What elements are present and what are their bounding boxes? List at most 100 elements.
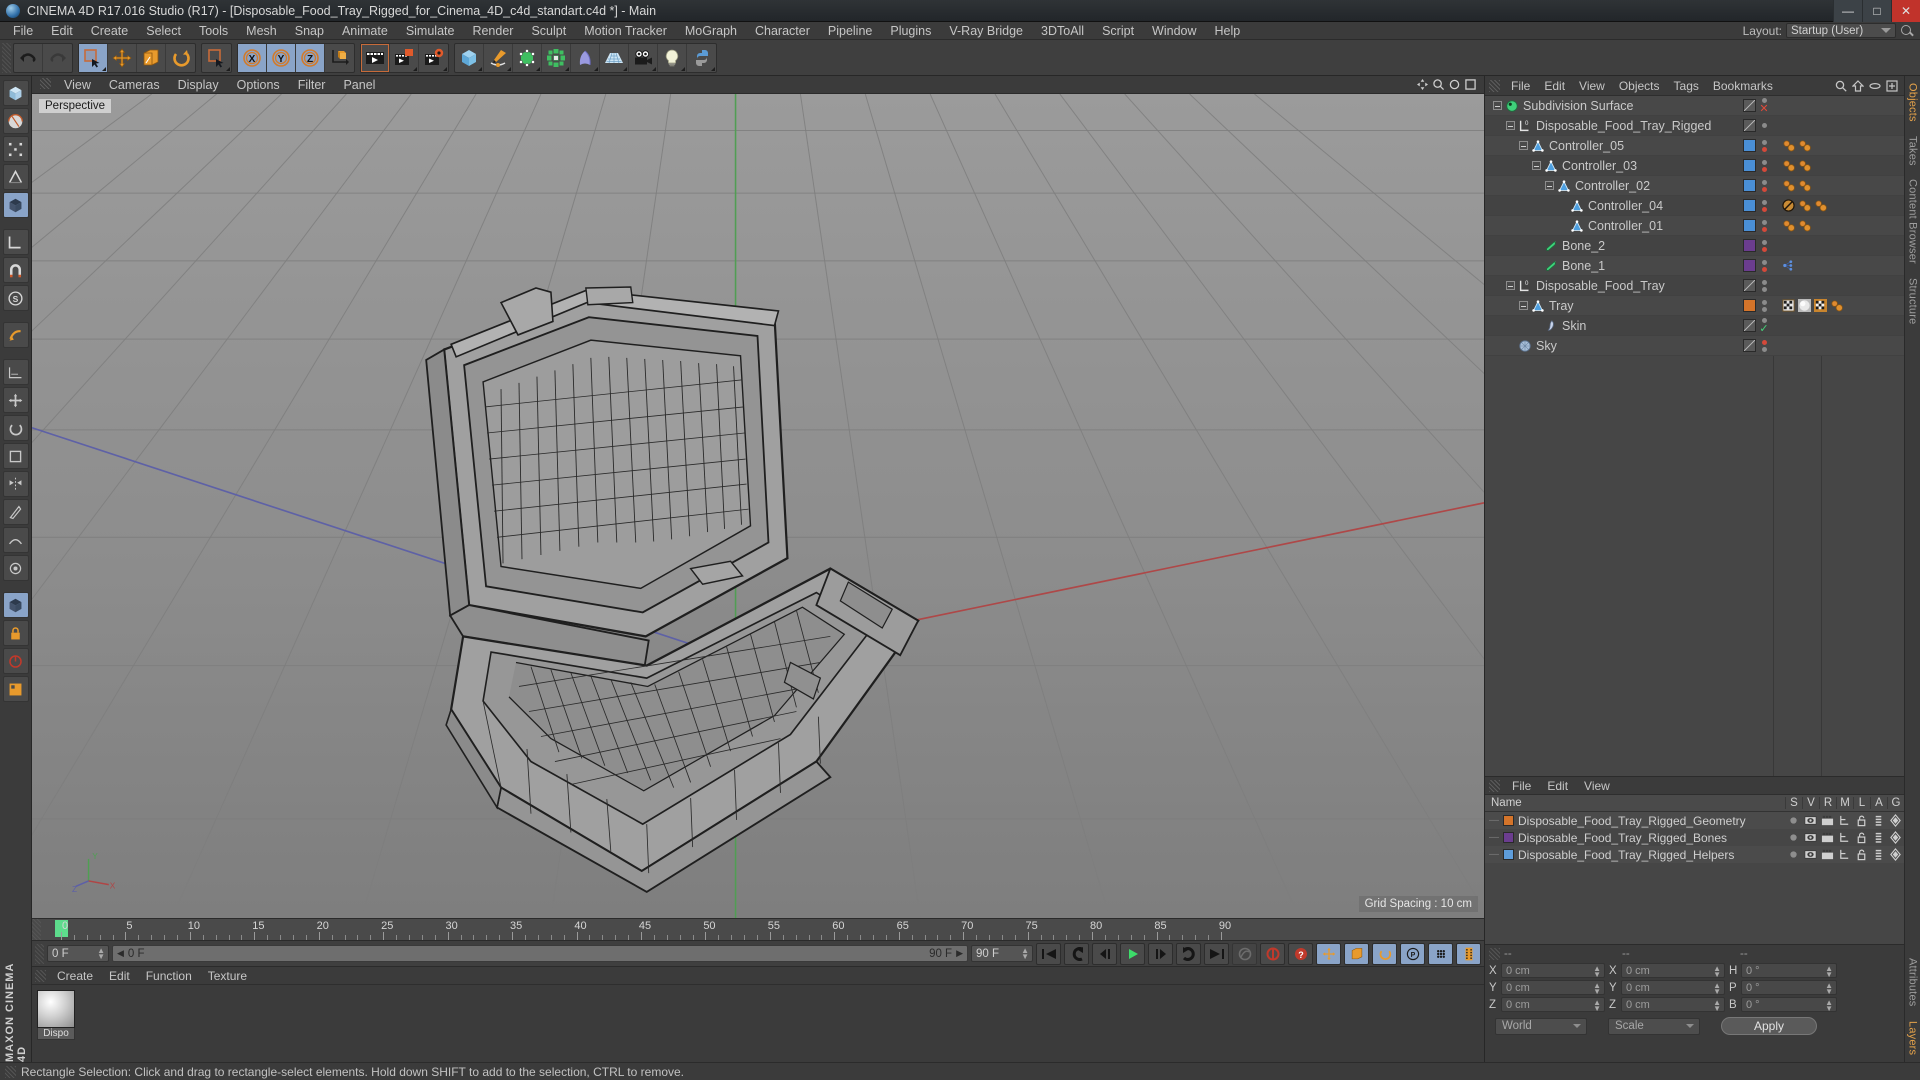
object-display-swatch[interactable] — [1743, 139, 1756, 152]
constraint-tag-icon[interactable] — [1798, 159, 1811, 172]
object-row[interactable]: Controller_03 — [1485, 156, 1904, 176]
spinner-icon[interactable]: ▲ ▼ — [1825, 999, 1833, 1013]
visibility-off-dot[interactable] — [1761, 206, 1767, 212]
object-row[interactable]: Controller_04 — [1485, 196, 1904, 216]
spinner-icon[interactable]: ▲ ▼ — [1713, 965, 1721, 979]
measure-icon[interactable] — [2, 359, 29, 385]
layer-solo-dot-icon[interactable] — [1785, 814, 1802, 827]
object-menu-edit[interactable]: Edit — [1537, 76, 1572, 96]
spinner-icon[interactable]: ▲ ▼ — [1593, 982, 1601, 996]
knife-icon[interactable] — [2, 499, 29, 525]
uv-tag-icon[interactable] — [1814, 299, 1827, 312]
layer-col-a[interactable]: A — [1870, 797, 1887, 809]
object-visibility-dots[interactable]: ✓ — [1756, 318, 1772, 335]
key-help-button[interactable]: ? — [1288, 942, 1313, 965]
selection-mode-icon[interactable] — [202, 44, 231, 72]
layer-col-s[interactable]: S — [1785, 797, 1802, 809]
object-row[interactable]: 0 Disposable_Food_Tray — [1485, 276, 1904, 296]
layer-manager-tree-icon[interactable] — [1836, 831, 1853, 844]
layout-select[interactable]: Startup (User) — [1786, 23, 1896, 38]
layer-lock-open-icon[interactable] — [1853, 848, 1870, 861]
expander-toggle-icon[interactable] — [1545, 181, 1554, 190]
visibility-dot[interactable] — [1761, 259, 1767, 265]
layer-visible-eye-icon[interactable] — [1802, 814, 1819, 827]
record-auto-button[interactable] — [1232, 942, 1257, 965]
menu-window[interactable]: Window — [1143, 22, 1205, 40]
loop-button[interactable] — [1176, 942, 1201, 965]
visibility-dot[interactable] — [1761, 239, 1767, 245]
visibility-off-dot[interactable] — [1761, 339, 1767, 345]
menu-help[interactable]: Help — [1206, 22, 1250, 40]
polygons-mode-icon[interactable] — [2, 192, 29, 218]
menu-plugins[interactable]: Plugins — [881, 22, 940, 40]
protection-tag-icon[interactable] — [1782, 199, 1795, 212]
play-forward-button[interactable] — [1120, 942, 1145, 965]
brush-icon[interactable] — [2, 555, 29, 581]
point-key-button[interactable] — [1428, 942, 1453, 965]
material-list[interactable]: Dispo — [32, 985, 1484, 1062]
lock-icon[interactable] — [2, 620, 29, 646]
render-view-icon[interactable] — [361, 43, 390, 72]
menu-tools[interactable]: Tools — [190, 22, 237, 40]
object-display-swatch[interactable] — [1743, 159, 1756, 172]
object-menu-bookmarks[interactable]: Bookmarks — [1706, 76, 1780, 96]
scene-floor-icon[interactable] — [600, 43, 629, 72]
object-row[interactable]: Sky — [1485, 336, 1904, 356]
array-icon[interactable] — [542, 43, 571, 72]
object-visibility-dots[interactable] — [1756, 239, 1772, 252]
timeline-ruler[interactable]: 0 5 10 15 20 25 30 35 40 45 50 55 60 65 70 75 80 85 90 — [41, 919, 1484, 940]
object-display-swatch[interactable] — [1743, 179, 1756, 192]
render-settings-icon[interactable] — [419, 44, 448, 72]
menu-snap[interactable]: Snap — [286, 22, 333, 40]
tab-attributes[interactable]: Attributes — [1907, 951, 1919, 1013]
record-keyframe-button[interactable] — [1260, 942, 1285, 965]
constraint-tag-icon[interactable] — [1782, 159, 1795, 172]
timeline-scrollbar[interactable]: ◀ 0 F 90 F ▶ — [112, 945, 968, 962]
layer-generator-axis-icon[interactable] — [1887, 814, 1904, 827]
object-visibility-dots[interactable] — [1756, 299, 1772, 312]
bridge-icon[interactable] — [2, 527, 29, 553]
spinner-icon[interactable]: ▲ ▼ — [1021, 947, 1029, 961]
visibility-icon[interactable] — [1869, 80, 1881, 92]
layer-solo-dot-icon[interactable] — [1785, 831, 1802, 844]
mirror-icon[interactable] — [2, 471, 29, 497]
move-icon[interactable] — [108, 43, 137, 72]
layout-icon[interactable] — [2, 676, 29, 702]
layer-row[interactable]: — Disposable_Food_Tray_Rigged_Geometry — [1485, 812, 1904, 829]
workplane-icon[interactable] — [2, 229, 29, 255]
axis-icon[interactable] — [2, 322, 29, 348]
expander-toggle-icon[interactable] — [1532, 161, 1541, 170]
menu-pipeline[interactable]: Pipeline — [819, 22, 881, 40]
layer-row[interactable]: — Disposable_Food_Tray_Rigged_Helpers — [1485, 846, 1904, 863]
menu-sculpt[interactable]: Sculpt — [522, 22, 575, 40]
layer-animation-bars-icon[interactable] — [1870, 814, 1887, 827]
undo-icon[interactable] — [14, 43, 43, 72]
object-display-swatch[interactable] — [1743, 199, 1756, 212]
visibility-dot[interactable] — [1761, 286, 1767, 292]
menu-v-ray-bridge[interactable]: V-Ray Bridge — [940, 22, 1032, 40]
coord-system-select[interactable]: World — [1495, 1017, 1587, 1035]
end-frame-field[interactable]: 90 F ▲ ▼ — [971, 945, 1033, 962]
visibility-dot[interactable] — [1761, 179, 1767, 185]
object-row[interactable]: Bone_1 — [1485, 256, 1904, 276]
object-tree[interactable]: Subdivision Surface ✕ 0 Disposable_Food_Tra… — [1485, 96, 1904, 776]
expander-toggle-icon[interactable] — [1506, 121, 1515, 130]
object-row[interactable]: Tray — [1485, 296, 1904, 316]
menu-select[interactable]: Select — [137, 22, 190, 40]
constraint-tag-icon[interactable] — [1782, 179, 1795, 192]
material-tag-icon[interactable] — [1798, 299, 1811, 312]
menu-mograph[interactable]: MoGraph — [676, 22, 746, 40]
deformer-icon[interactable] — [571, 43, 600, 72]
menu-3dtoall[interactable]: 3DToAll — [1032, 22, 1093, 40]
viewport-menu-filter[interactable]: Filter — [289, 76, 335, 94]
layer-col-m[interactable]: M — [1836, 797, 1853, 809]
object-menu-objects[interactable]: Objects — [1612, 76, 1667, 96]
object-row[interactable]: Bone_2 — [1485, 236, 1904, 256]
visibility-off-dot[interactable] — [1761, 166, 1767, 172]
layer-menu-edit[interactable]: Edit — [1539, 777, 1576, 795]
layer-rows[interactable]: — Disposable_Food_Tray_Rigged_Geometry — Di… — [1485, 812, 1904, 944]
constraint-tag-icon[interactable] — [1798, 139, 1811, 152]
search-icon[interactable] — [1835, 80, 1847, 92]
menu-simulate[interactable]: Simulate — [397, 22, 464, 40]
object-visibility-dots[interactable]: ✕ — [1756, 98, 1772, 115]
